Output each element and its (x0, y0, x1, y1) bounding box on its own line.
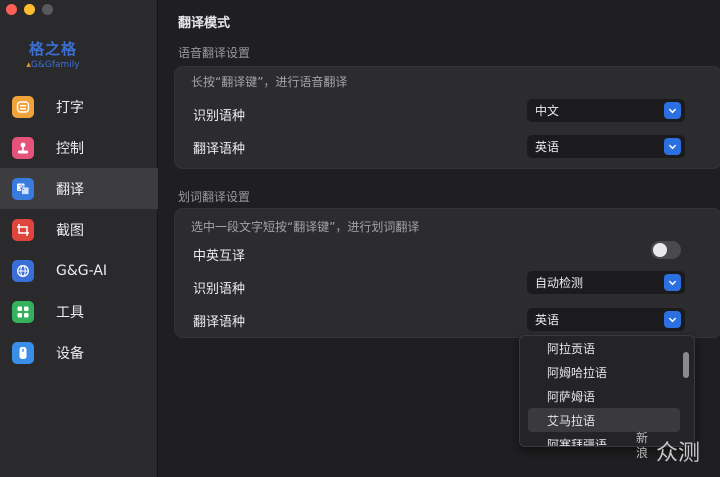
window-controls (6, 4, 53, 15)
word-source-label: 识别语种 (193, 282, 246, 297)
voice-settings-panel: 长按“翻译键”，进行语音翻译 识别语种 中文 翻译语种 英语 (174, 66, 720, 169)
translate-icon: 文 (12, 177, 34, 200)
joystick-icon (12, 136, 34, 159)
voice-target-select[interactable]: 英语 (527, 135, 685, 158)
sidebar-item-label: 打字 (56, 99, 84, 116)
sidebar-item-device[interactable]: 设备 (0, 332, 158, 373)
chevron-down-icon (664, 102, 681, 119)
word-source-select[interactable]: 自动检测 (527, 271, 685, 294)
sidebar-item-label: 控制 (56, 140, 84, 157)
voice-hint: 长按“翻译键”，进行语音翻译 (191, 75, 348, 89)
page-title: 翻译模式 (178, 16, 231, 31)
dropdown-option[interactable]: 阿萨姆语 (520, 384, 694, 408)
word-target-label: 翻译语种 (193, 315, 246, 330)
logo-name-cn: 格之格 (28, 40, 77, 58)
sidebar-item-gg-ai[interactable]: G&G-AI (0, 250, 158, 291)
sidebar-item-control[interactable]: 控制 (0, 127, 158, 168)
dropdown-option[interactable]: 阿拉贡语 (520, 336, 694, 360)
word-target-select[interactable]: 英语 (527, 308, 685, 331)
voice-source-select[interactable]: 中文 (527, 99, 685, 122)
sidebar-item-label: 工具 (56, 304, 84, 321)
cn-en-mutual-toggle[interactable] (651, 241, 681, 259)
maximize-window-button[interactable] (42, 4, 53, 15)
minimize-window-button[interactable] (24, 4, 35, 15)
watermark-vertical-text: 新浪 (635, 431, 648, 460)
dropdown-scrollbar[interactable] (683, 352, 689, 378)
sidebar-item-label: 截图 (56, 222, 84, 239)
watermark: 新浪 众测 (632, 431, 714, 467)
close-window-button[interactable] (6, 4, 17, 15)
toggle-knob (653, 243, 667, 257)
sidebar: 格之格 ▴G&Gfamily 打字 控制 文 翻译 截图 G&G-AI 工具 设… (0, 0, 158, 477)
word-section-title: 划词翻译设置 (178, 190, 251, 204)
word-settings-panel: 选中一段文字短按“翻译键”，进行划词翻译 中英互译 识别语种 自动检测 翻译语种… (174, 208, 720, 338)
screenshot-icon (12, 218, 34, 241)
voice-source-label: 识别语种 (193, 109, 246, 124)
word-hint: 选中一段文字短按“翻译键”，进行划词翻译 (191, 220, 420, 234)
voice-section-title: 语音翻译设置 (178, 46, 251, 60)
chevron-down-icon (664, 274, 681, 291)
tools-icon (12, 300, 34, 323)
word-target-value: 英语 (535, 313, 560, 327)
svg-text:文: 文 (18, 183, 24, 191)
sidebar-item-translate[interactable]: 文 翻译 (0, 168, 158, 209)
sidebar-item-screenshot[interactable]: 截图 (0, 209, 158, 250)
voice-target-value: 英语 (535, 140, 560, 154)
word-source-value: 自动检测 (535, 276, 584, 290)
voice-target-label: 翻译语种 (193, 142, 246, 157)
sidebar-item-tools[interactable]: 工具 (0, 291, 158, 332)
sidebar-item-typing[interactable]: 打字 (0, 86, 158, 127)
sidebar-nav: 打字 控制 文 翻译 截图 G&G-AI 工具 设备 (0, 86, 158, 373)
watermark-text: 众测 (656, 441, 701, 466)
globe-icon (12, 259, 34, 282)
word-toggle-label: 中英互译 (193, 249, 246, 264)
sidebar-item-label: 设备 (56, 345, 84, 362)
voice-source-value: 中文 (535, 104, 560, 118)
chevron-down-icon (664, 138, 681, 155)
sidebar-item-label: 翻译 (56, 181, 84, 198)
app-window: 格之格 ▴G&Gfamily 打字 控制 文 翻译 截图 G&G-AI 工具 设… (0, 0, 720, 477)
device-icon (12, 341, 34, 364)
dropdown-option[interactable]: 阿姆哈拉语 (520, 360, 694, 384)
dropdown-option-highlighted[interactable]: 艾马拉语 (528, 408, 680, 432)
brand-logo: 格之格 ▴G&Gfamily (14, 38, 92, 70)
chevron-down-icon (664, 311, 681, 328)
keyboard-icon (12, 95, 34, 118)
logo-name-en: G&Gfamily (30, 60, 80, 70)
sidebar-item-label: G&G-AI (56, 262, 108, 279)
